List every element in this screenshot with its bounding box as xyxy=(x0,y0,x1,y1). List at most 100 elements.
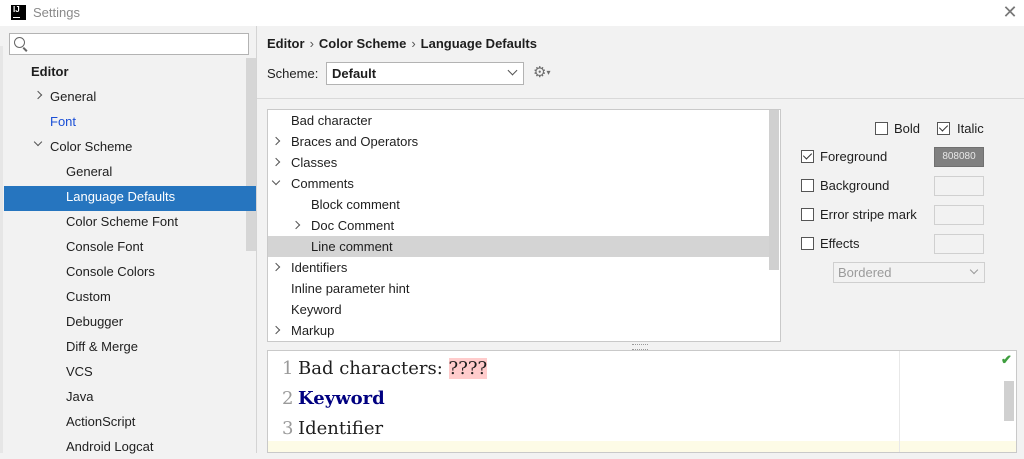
foreground-label: Foreground xyxy=(820,149,888,164)
sidebar-item[interactable]: General xyxy=(66,159,112,184)
attributes-scrollbar[interactable] xyxy=(769,110,779,270)
attribute-item[interactable]: Keyword xyxy=(291,299,342,320)
error-stripe-checkbox[interactable] xyxy=(801,208,814,221)
error-stripe-label: Error stripe mark xyxy=(820,207,917,222)
search-icon xyxy=(14,37,25,48)
line-number: 3 xyxy=(282,418,294,439)
attribute-label: Identifiers xyxy=(291,260,348,275)
breadcrumb-item: Editor xyxy=(267,36,305,51)
sidebar-item-label: VCS xyxy=(66,364,93,379)
attribute-label: Braces and Operators xyxy=(291,134,419,149)
sidebar-item[interactable]: Font xyxy=(50,109,76,134)
sidebar-item[interactable]: Diff & Merge xyxy=(66,334,138,359)
sidebar-item[interactable]: Android Logcat xyxy=(66,434,153,459)
sidebar-item[interactable]: VCS xyxy=(66,359,93,384)
code-line: Identifier xyxy=(298,418,384,439)
sidebar-item[interactable]: Java xyxy=(66,384,93,409)
attribute-label: Markup xyxy=(291,323,335,338)
code-text: Bad characters: xyxy=(298,358,449,379)
sidebar-item[interactable]: Console Font xyxy=(66,234,143,259)
background-label: Background xyxy=(820,178,890,193)
sidebar-item[interactable]: Debugger xyxy=(66,309,123,334)
effects-checkbox[interactable] xyxy=(801,237,814,250)
sidebar-item-label: Console Font xyxy=(66,239,144,254)
sidebar-item-label: Color Scheme xyxy=(50,139,133,154)
sidebar-item[interactable]: Color Scheme xyxy=(33,134,133,159)
sidebar-item-label: Font xyxy=(50,114,77,129)
attribute-item[interactable]: Bad character xyxy=(291,110,372,131)
pane-divider[interactable] xyxy=(256,26,257,453)
code-preview[interactable]: 1 Bad characters: ???? 2 Keyword 3 Ident… xyxy=(267,350,1017,453)
keyword-token: Keyword xyxy=(298,388,385,409)
scheme-label: Scheme: xyxy=(267,66,319,81)
sidebar-item-label: Language Defaults xyxy=(66,189,176,204)
background-checkbox[interactable] xyxy=(801,179,814,192)
sidebar-item-label: ActionScript xyxy=(66,414,136,429)
checkmark-icon: ✔ xyxy=(1001,352,1012,367)
attribute-label: Doc Comment xyxy=(311,218,395,233)
breadcrumb-separator: › xyxy=(411,36,416,51)
attribute-item[interactable]: Line comment xyxy=(311,236,393,257)
attribute-label: Bad character xyxy=(291,113,372,128)
attribute-label: Block comment xyxy=(311,197,400,212)
code-line: Keyword xyxy=(298,388,385,409)
scheme-dropdown[interactable]: Default xyxy=(326,62,524,85)
right-margin-guide xyxy=(899,351,900,452)
sidebar-item[interactable]: Editor xyxy=(31,59,69,84)
error-stripe-color-swatch[interactable] xyxy=(934,205,984,225)
breadcrumb-item: Language Defaults xyxy=(420,36,537,51)
attribute-item[interactable]: Markup xyxy=(271,320,335,341)
bad-character-highlight: ???? xyxy=(448,358,488,379)
sidebar-edge xyxy=(0,46,3,453)
sidebar-item-label: Color Scheme Font xyxy=(66,214,178,229)
sidebar-item[interactable]: Color Scheme Font xyxy=(66,209,178,234)
sidebar-item[interactable]: Language Defaults xyxy=(66,184,175,209)
attribute-item[interactable]: Identifiers xyxy=(271,257,348,278)
sidebar-item-label: Diff & Merge xyxy=(66,339,139,354)
sidebar-item-label: Android Logcat xyxy=(66,439,154,454)
effects-label: Effects xyxy=(820,236,860,251)
bold-checkbox[interactable] xyxy=(875,122,888,135)
attribute-item[interactable]: Doc Comment xyxy=(291,215,395,236)
current-line-highlight xyxy=(268,441,1016,452)
title-bar: IJ Settings ✕ xyxy=(0,0,1024,26)
sidebar-item[interactable]: ActionScript xyxy=(66,409,135,434)
line-number: 2 xyxy=(282,388,294,409)
attribute-item[interactable]: Classes xyxy=(271,152,338,173)
foreground-color-swatch[interactable]: 808080 xyxy=(934,147,984,167)
breadcrumb: Editor › Color Scheme › Language Defaults xyxy=(267,36,537,51)
sidebar-item[interactable]: Custom xyxy=(66,284,111,309)
effect-type-dropdown[interactable]: Bordered xyxy=(833,262,985,283)
close-icon[interactable]: ✕ xyxy=(1000,2,1020,22)
sidebar-item-label: Editor xyxy=(31,64,69,79)
sidebar-item-label: Console Colors xyxy=(66,264,155,279)
attribute-label: Classes xyxy=(291,155,338,170)
attribute-label: Keyword xyxy=(291,302,342,317)
line-number: 1 xyxy=(282,358,294,379)
bold-label: Bold xyxy=(894,121,921,136)
attribute-label: Line comment xyxy=(311,239,393,254)
effects-color-swatch[interactable] xyxy=(934,234,984,254)
search-input[interactable] xyxy=(9,33,249,55)
attribute-item[interactable]: Braces and Operators xyxy=(271,131,419,152)
sidebar-item[interactable]: Console Colors xyxy=(66,259,155,284)
attribute-item[interactable]: Comments xyxy=(271,173,354,194)
attribute-item[interactable]: Inline parameter hint xyxy=(291,278,410,299)
attribute-label: Inline parameter hint xyxy=(291,281,410,296)
sidebar-scrollbar[interactable] xyxy=(246,58,256,251)
italic-checkbox[interactable] xyxy=(937,122,950,135)
attribute-item[interactable]: Block comment xyxy=(311,194,400,215)
sidebar-item-label: Debugger xyxy=(66,314,124,329)
preview-scrollbar[interactable] xyxy=(1004,381,1014,421)
breadcrumb-item: Color Scheme xyxy=(318,36,407,51)
italic-label: Italic xyxy=(957,121,984,136)
sidebar-item[interactable]: General xyxy=(33,84,97,109)
sidebar-item-label: General xyxy=(66,164,113,179)
attribute-label: Comments xyxy=(291,176,354,191)
window-title: Settings xyxy=(33,5,80,20)
gear-icon[interactable]: ⚙▾ xyxy=(533,64,551,82)
background-color-swatch[interactable] xyxy=(934,176,984,196)
sidebar-item-label: General xyxy=(50,89,97,104)
foreground-checkbox[interactable] xyxy=(801,150,814,163)
breadcrumb-separator: › xyxy=(309,36,314,51)
